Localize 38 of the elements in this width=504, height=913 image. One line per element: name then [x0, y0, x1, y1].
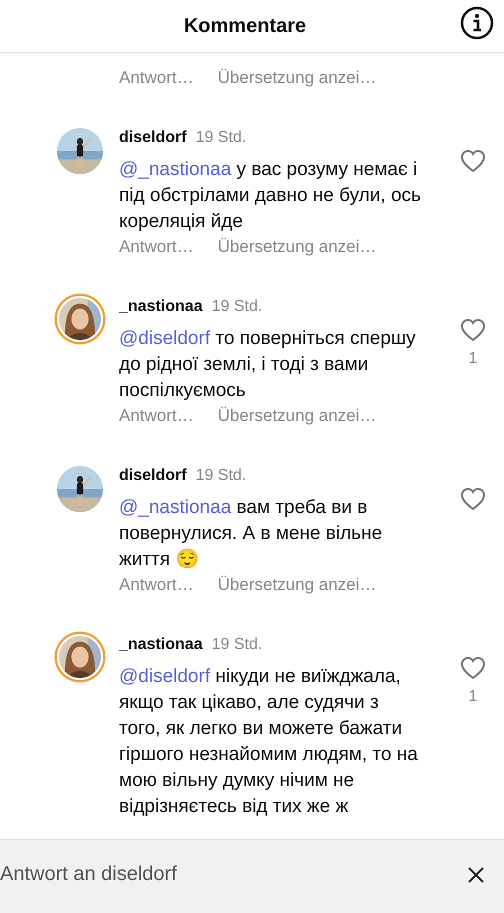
- mention-link[interactable]: @diseldorf: [119, 328, 210, 349]
- mention-link[interactable]: @diseldorf: [119, 666, 210, 687]
- like-count: 1: [468, 350, 478, 368]
- comment-time: 19 Std.: [196, 128, 246, 148]
- heart-icon[interactable]: [460, 656, 486, 680]
- heart-icon[interactable]: [460, 487, 486, 511]
- translate-link[interactable]: Übersetzung anzei…: [218, 573, 376, 597]
- translate-link[interactable]: Übersetzung anzei…: [218, 66, 376, 90]
- comment-text: @diseldorf то поверніться спершу до рідної землі, і тоді з вами поспілкуємось: [119, 327, 417, 403]
- avatar[interactable]: [57, 128, 103, 174]
- mention-link[interactable]: @_nastionaa: [119, 497, 232, 518]
- username[interactable]: _nastionaa: [119, 296, 203, 318]
- avatar[interactable]: [57, 296, 103, 342]
- like-count: 1: [468, 688, 478, 706]
- reply-link[interactable]: Antwort…: [119, 573, 194, 597]
- comment-text: @diseldorf нікуди не виїжджала, якщо так цікаво, але судячи з того, як легко ви можете бажати гіршого незнайомим людям, то на мою вільну думку нічим не відрізняєтесь від тих же ж: [119, 665, 419, 819]
- heart-icon[interactable]: [460, 318, 486, 342]
- comment-time: 19 Std.: [196, 466, 246, 486]
- translate-link[interactable]: Übersetzung anzei…: [218, 404, 376, 428]
- comment-text: @_nastionaa вам треба ви в повернулися. А в мене вільне життя 😌: [119, 496, 384, 572]
- comment-time: 19 Std.: [212, 635, 262, 655]
- heart-icon[interactable]: [460, 149, 486, 173]
- translate-link[interactable]: Übersetzung anzei…: [218, 235, 376, 259]
- screen-title: Kommentare: [184, 14, 306, 38]
- username[interactable]: _nastionaa: [119, 634, 203, 656]
- comment-time: 19 Std.: [212, 297, 262, 317]
- username[interactable]: diseldorf: [119, 465, 187, 487]
- close-icon[interactable]: [466, 864, 486, 884]
- avatar[interactable]: [57, 466, 103, 512]
- username[interactable]: diseldorf: [119, 127, 187, 149]
- info-icon[interactable]: [460, 6, 494, 40]
- replying-to-label: Antwort an diseldorf: [0, 863, 177, 887]
- reply-link[interactable]: Antwort…: [119, 66, 194, 90]
- mention-link[interactable]: @_nastionaa: [119, 159, 232, 180]
- avatar[interactable]: [57, 634, 103, 680]
- reply-link[interactable]: Antwort…: [119, 235, 194, 259]
- reply-link[interactable]: Antwort…: [119, 404, 194, 428]
- comment-text: @_nastionaa у вас розуму немає і під обстрілами давно не були, ось кореляція йде: [119, 158, 421, 234]
